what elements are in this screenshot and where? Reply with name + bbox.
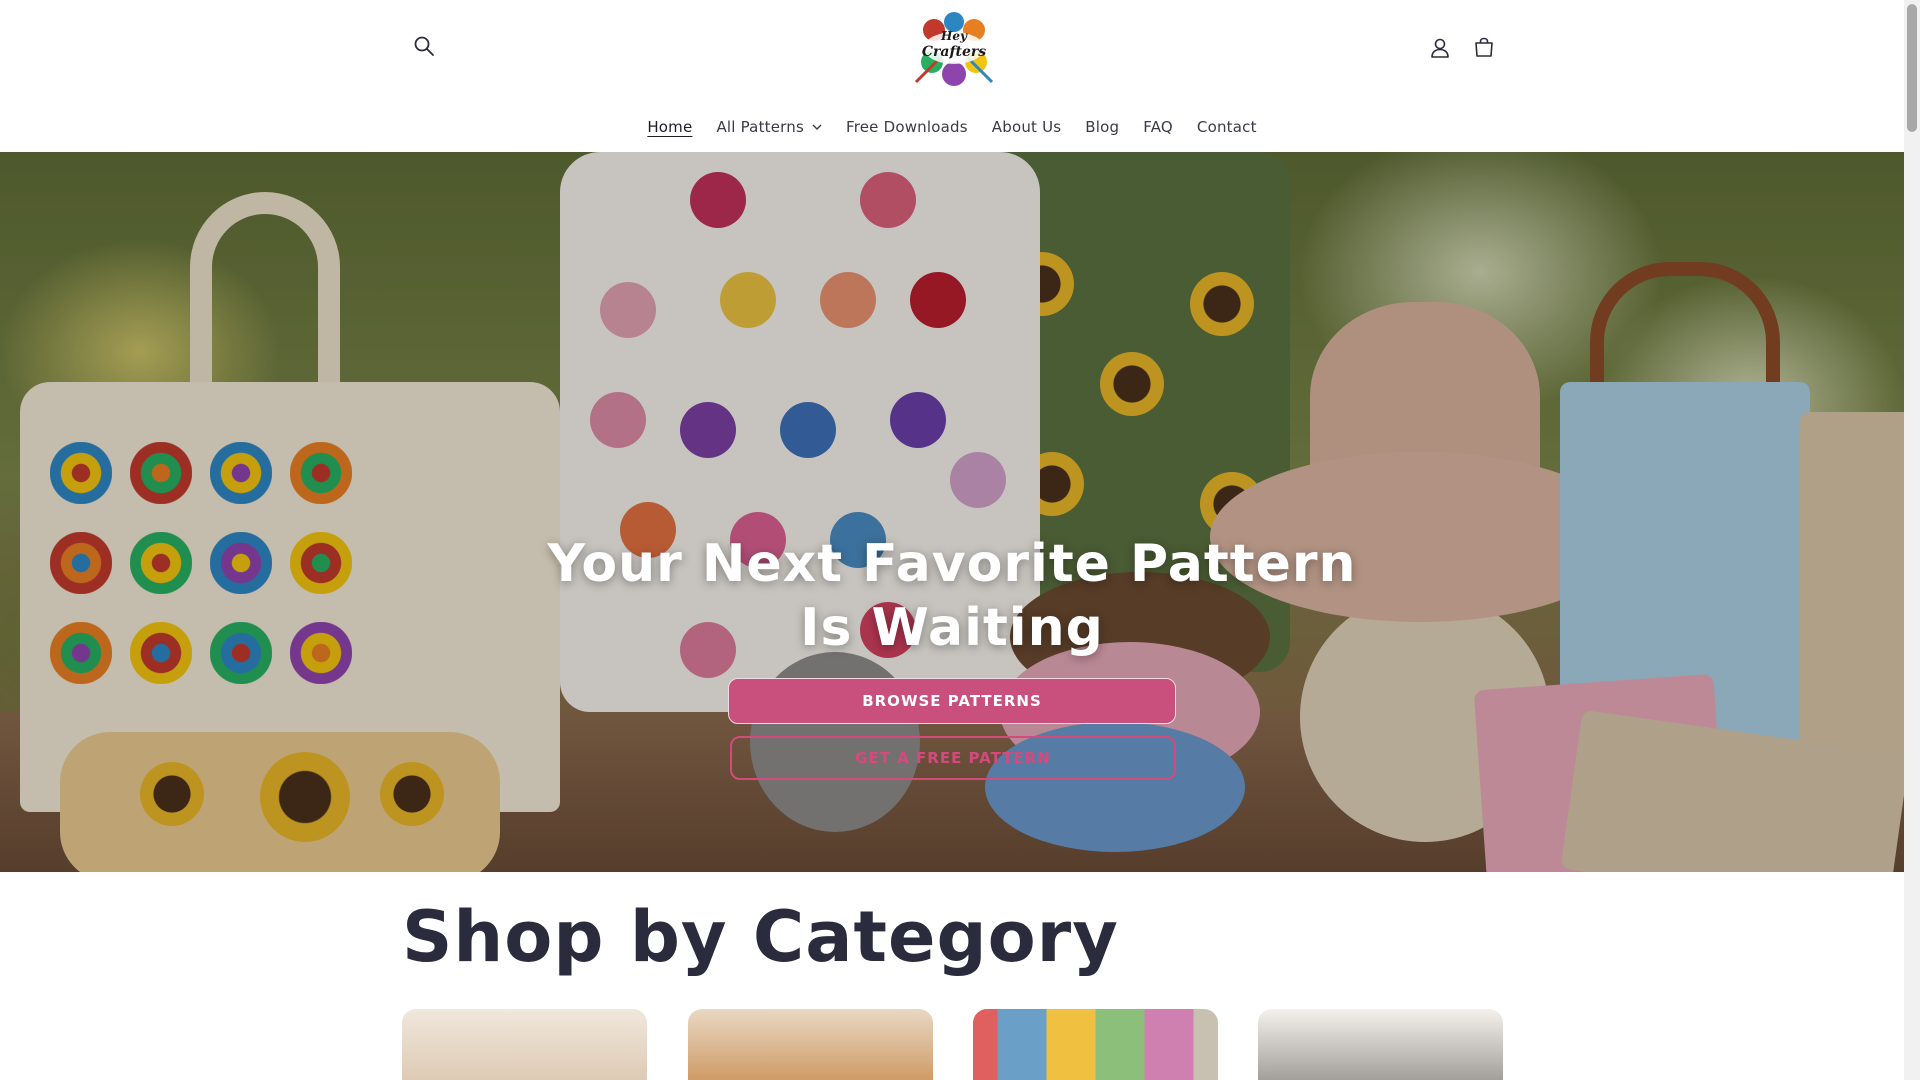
nav-item-home[interactable]: Home [635,118,704,136]
nav-item-all-patterns[interactable]: All Patterns [704,118,834,136]
nav-item-blog[interactable]: Blog [1073,118,1131,136]
nav-item-label: About Us [991,118,1062,136]
hero-title: Your Next Favorite Pattern Is Waiting [547,534,1357,658]
nav-item-faq[interactable]: FAQ [1131,118,1185,136]
nav-item-label: Free Downloads [845,118,968,136]
scrollbar-thumb[interactable] [1907,4,1917,132]
hero-banner: Your Next Favorite Pattern Is Waiting BR… [0,152,1904,872]
search-button[interactable] [406,28,442,64]
nav-item-label: Blog [1085,118,1120,136]
main-nav: Home All Patterns Free Downloads About U… [0,112,1904,142]
shop-by-category-title: Shop by Category [402,896,1119,978]
search-icon [414,36,434,56]
nav-item-label: FAQ [1143,118,1173,136]
browse-patterns-button[interactable]: BROWSE PATTERNS [728,678,1176,724]
cart-button[interactable] [1466,30,1502,66]
cart-icon [1475,37,1493,57]
nav-item-label: Home [647,118,693,136]
category-card-pillows[interactable] [688,1009,933,1080]
nav-item-about-us[interactable]: About Us [980,118,1074,136]
nav-item-label: All Patterns [716,118,804,136]
nav-item-free-downloads[interactable]: Free Downloads [834,118,980,136]
category-card-home[interactable] [1258,1009,1503,1080]
nav-item-label: Contact [1196,118,1257,136]
site-logo[interactable]: Hey Crafters [910,8,998,88]
account-button[interactable] [1422,30,1458,66]
page-scrollbar[interactable] [1904,0,1920,1080]
get-free-pattern-button[interactable]: GET A FREE PATTERN [730,736,1176,780]
nav-item-contact[interactable]: Contact [1185,118,1269,136]
logo-text-top: Hey [940,29,968,43]
category-card-bundles[interactable] [973,1009,1218,1080]
chevron-down-icon [812,124,822,130]
category-card-bags[interactable] [402,1009,647,1080]
site-header: Hey Crafters Home All Patterns Free Down… [0,0,1904,152]
logo-text-bottom: Crafters [922,44,986,60]
logo-icon: Hey Crafters [914,12,994,86]
account-icon [1431,38,1449,58]
